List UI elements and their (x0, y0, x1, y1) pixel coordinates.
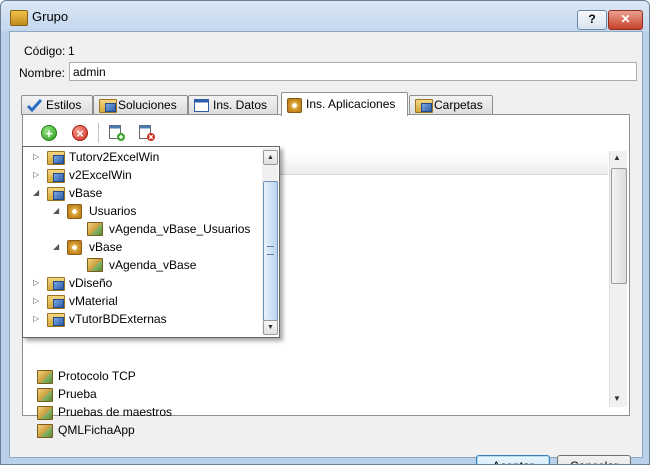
tree-node-label: vTutorBDExternas (69, 312, 167, 326)
folder-icon (47, 295, 65, 309)
list-item-label: Prueba (58, 387, 97, 401)
codigo-value: 1 (68, 44, 75, 58)
codigo-label: Código: (24, 44, 66, 58)
scroll-down-icon[interactable]: ▼ (613, 394, 621, 403)
expand-icon[interactable]: ▷ (33, 292, 43, 310)
package-icon (37, 406, 53, 420)
collapse-icon[interactable]: ◢ (53, 238, 63, 256)
tab-label: Carpetas (434, 98, 483, 112)
tree-node-label: vDiseño (69, 276, 113, 290)
tree-node-label: vAgenda_vBase_Usuarios (109, 222, 251, 236)
checkmark-icon (26, 98, 43, 113)
list-item-label: Pruebas de maestros (58, 405, 173, 419)
tab-label: Estilos (46, 98, 82, 112)
package-icon (37, 424, 53, 438)
remove-icon[interactable]: × (72, 125, 88, 141)
tab-label: Soluciones (118, 98, 177, 112)
module-icon (287, 98, 302, 113)
tab-estilos[interactable]: Estilos (21, 95, 93, 115)
collapse-icon[interactable]: ◢ (33, 184, 43, 202)
expand-icon[interactable]: ▷ (33, 148, 43, 166)
add-document-icon[interactable] (109, 125, 125, 141)
window-title: Grupo (32, 9, 69, 24)
folder-tree-popup[interactable]: ▷ Tutorv2ExcelWin ▷ v2ExcelWin ◢ vBase ◢ Usuari… (22, 146, 280, 338)
tab-ins-aplicaciones[interactable]: Ins. Aplicaciones (281, 92, 408, 116)
tab-soluciones[interactable]: Soluciones (93, 95, 188, 115)
module-icon (67, 240, 82, 255)
tree-node-label: vAgenda_vBase (109, 258, 197, 272)
toolbar-separator (98, 123, 99, 143)
scroll-thumb[interactable] (263, 181, 278, 321)
package-icon (37, 388, 53, 402)
accept-button[interactable]: Aceptar (476, 455, 550, 464)
scroll-thumb[interactable] (611, 168, 627, 284)
add-icon[interactable]: + (41, 125, 57, 141)
tree-node-label: Usuarios (89, 204, 137, 218)
tree-node-label: vBase (69, 186, 103, 200)
tab-ins-datos[interactable]: Ins. Datos (188, 95, 278, 115)
help-button[interactable]: ? (577, 10, 607, 30)
nombre-label: Nombre: (19, 66, 66, 80)
scroll-down-icon[interactable]: ▼ (263, 320, 278, 335)
scroll-up-icon[interactable]: ▲ (263, 150, 278, 165)
tree-node-label: vMaterial (69, 294, 118, 308)
package-icon (37, 370, 53, 384)
module-icon (67, 204, 82, 219)
folder-icon (47, 313, 65, 327)
cancel-button[interactable]: Cancelar (557, 455, 631, 464)
app-icon (10, 10, 28, 26)
expand-icon[interactable]: ▷ (33, 166, 43, 184)
tree-node-label: vBase (89, 240, 123, 254)
folder-icon (47, 277, 65, 291)
nombre-input[interactable] (69, 62, 637, 81)
tree-node-label: v2ExcelWin (69, 168, 132, 182)
folder-icon (47, 187, 65, 201)
grip-icon (267, 246, 274, 255)
package-icon (87, 222, 103, 236)
remove-document-icon[interactable] (139, 125, 155, 141)
collapse-icon[interactable]: ◢ (53, 202, 63, 220)
tree-node-label: Tutorv2ExcelWin (69, 150, 160, 164)
expand-icon[interactable]: ▷ (33, 274, 43, 292)
folder-icon (47, 169, 65, 183)
tree-scrollbar[interactable]: ▲ ▼ (262, 148, 278, 335)
list-scrollbar[interactable]: ▲ ▼ (609, 151, 627, 407)
close-button[interactable]: ✕ (608, 10, 643, 30)
list-item-label: QMLFichaApp (58, 423, 135, 437)
tab-label: Ins. Datos (213, 98, 268, 112)
list-item-label: Protocolo TCP (58, 369, 136, 383)
title-bar: Grupo ? ✕ (1, 1, 649, 31)
scroll-up-icon[interactable]: ▲ (613, 153, 621, 162)
tab-label: Ins. Aplicaciones (306, 97, 396, 111)
window-icon (194, 99, 209, 112)
tab-carpetas[interactable]: Carpetas (409, 95, 493, 115)
folder-icon (415, 99, 433, 113)
package-icon (87, 258, 103, 272)
folder-icon (47, 151, 65, 165)
list-header (258, 156, 608, 175)
solutions-icon (99, 99, 117, 113)
expand-icon[interactable]: ▷ (33, 310, 43, 328)
